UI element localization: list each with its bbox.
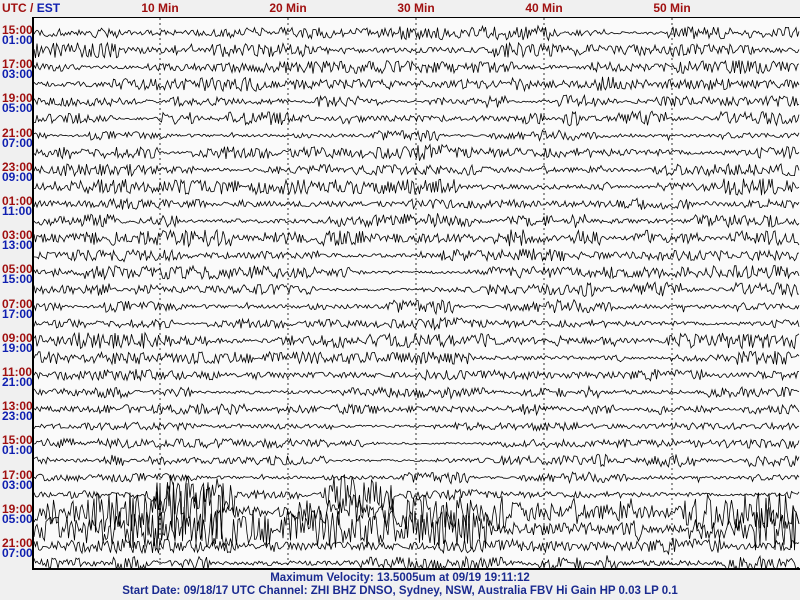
seismic-trace — [33, 213, 800, 229]
timezone-header: UTC / EST — [2, 1, 60, 15]
est-hour-label: 15:00 — [2, 272, 33, 287]
footer-info: Maximum Velocity: 13.5005um at 09/19 19:… — [0, 572, 800, 598]
seismic-trace — [33, 298, 800, 316]
x-tick-label: 50 Min — [653, 1, 691, 15]
seismic-trace — [33, 93, 800, 109]
est-hour-label: 01:00 — [2, 33, 33, 47]
est-hour-label: 19:00 — [2, 340, 33, 355]
seismic-trace — [33, 178, 800, 196]
est-hour-label: 01:00 — [2, 443, 33, 458]
seismic-trace — [33, 264, 800, 281]
est-hour-label: 05:00 — [2, 511, 33, 526]
x-tick-label: 40 Min — [525, 1, 563, 15]
seismic-trace — [33, 59, 800, 75]
est-hour-label: 17:00 — [2, 306, 33, 321]
est-hour-label: 09:00 — [2, 169, 33, 184]
seismic-trace — [33, 555, 800, 573]
est-hour-label: 23:00 — [2, 409, 33, 424]
seismic-trace — [33, 537, 800, 556]
est-hour-label: 07:00 — [2, 546, 33, 560]
seismogram-plot — [32, 17, 800, 573]
est-hour-label: 05:00 — [2, 101, 33, 116]
est-hour-label: 03:00 — [2, 477, 33, 492]
separator: / — [26, 1, 37, 15]
x-tick-label: 30 Min — [397, 1, 435, 15]
est-hour-label: 07:00 — [2, 135, 33, 150]
est-label: EST — [36, 1, 61, 15]
est-hour-label: 03:00 — [2, 67, 33, 82]
station-info-text: Start Date: 09/18/17 UTC Channel: ZHI BH… — [122, 585, 678, 597]
x-tick-label: 10 Min — [141, 1, 179, 15]
x-tick-label: 20 Min — [269, 1, 307, 15]
est-hour-label: 21:00 — [2, 375, 33, 389]
est-hour-label: 13:00 — [2, 238, 33, 253]
max-velocity-text: Maximum Velocity: 13.5005um at 09/19 19:… — [270, 572, 530, 584]
utc-label: UTC — [2, 1, 27, 15]
trace-canvas — [33, 18, 800, 573]
est-hour-label: 11:00 — [2, 204, 33, 218]
